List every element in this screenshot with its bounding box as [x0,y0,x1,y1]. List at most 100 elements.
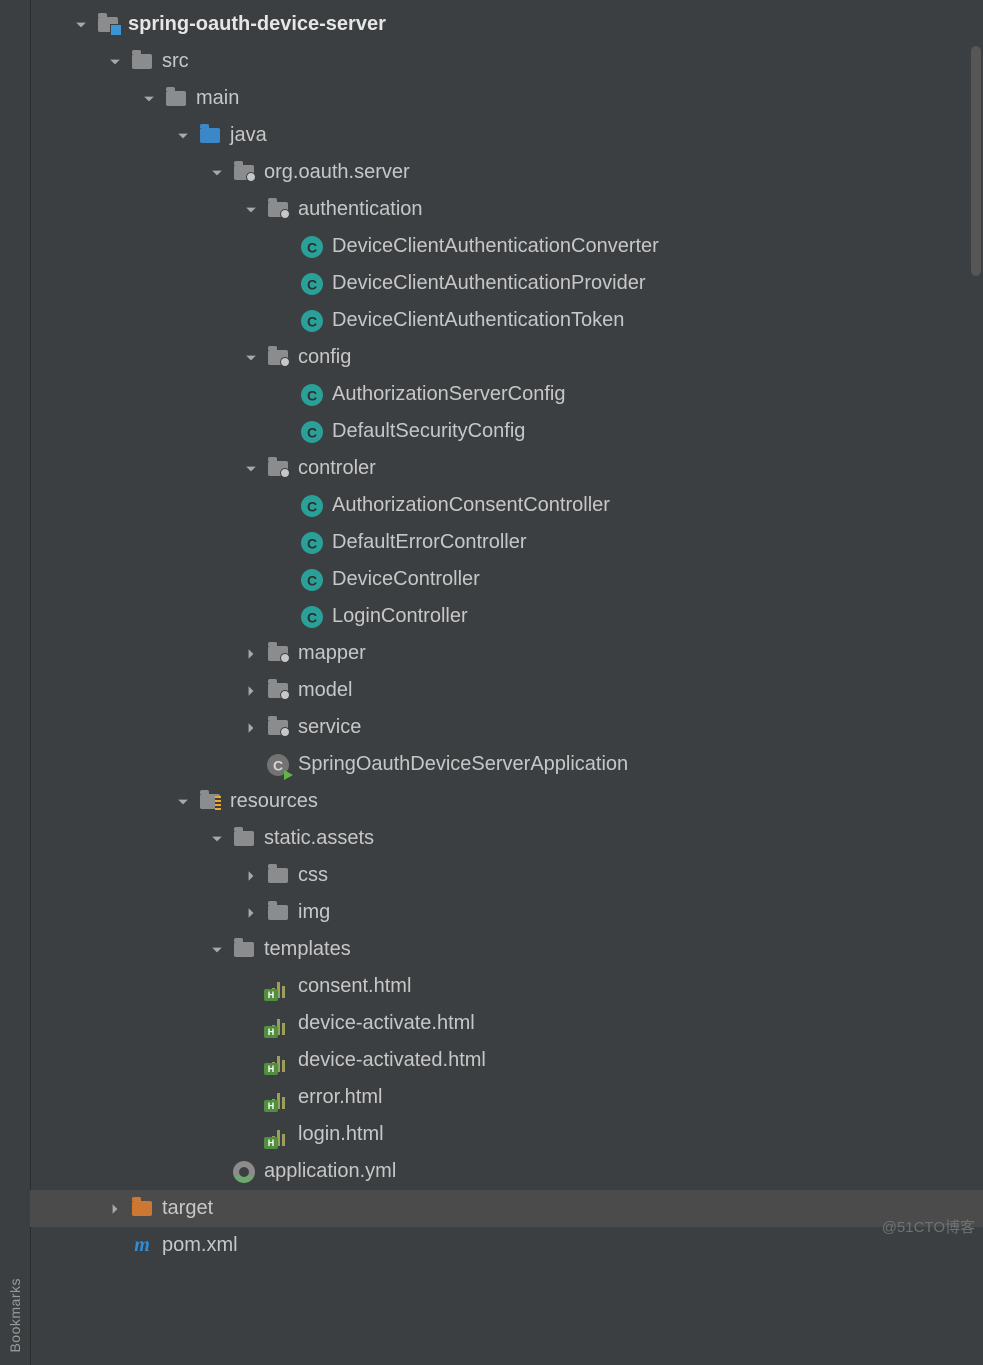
chevron-right-icon[interactable] [240,643,262,665]
tree-item-label: application.yml [264,1160,396,1183]
tree-row[interactable]: resources [30,783,983,820]
chevron-down-icon[interactable] [172,791,194,813]
tree-item-label: templates [264,938,351,961]
tree-row[interactable]: mpom.xml [30,1227,983,1264]
tree-row[interactable]: C DefaultErrorController [30,524,983,561]
folder-grey-icon [266,864,290,888]
sidebar-bookmarks-tab[interactable]: Bookmarks [7,1278,23,1353]
folder-brown-icon [130,1197,154,1221]
chevron-down-icon[interactable] [240,458,262,480]
package-icon [266,642,290,666]
tree-item-label: DefaultErrorController [332,531,527,554]
tree-item-label: DeviceClientAuthenticationProvider [332,272,646,295]
class-icon: C [300,309,324,333]
tree-row[interactable]: templates [30,931,983,968]
tree-row[interactable]: application.yml [30,1153,983,1190]
tree-row[interactable]: C DeviceClientAuthenticationConverter [30,228,983,265]
project-tree: spring-oauth-device-server srcmain java org… [30,0,983,1365]
chevron-down-icon[interactable] [240,199,262,221]
tree-item-label: device-activate.html [298,1012,475,1035]
class-icon: C [300,420,324,444]
chevron-down-icon[interactable] [206,939,228,961]
class-icon: C [300,494,324,518]
tree-row[interactable]: mapper [30,635,983,672]
scrollbar[interactable] [969,6,983,306]
tree-row[interactable]: CDeviceClientAuthenticationToken [30,302,983,339]
tree-row[interactable]: CAuthorizationConsentController [30,487,983,524]
tree-item-label: DeviceController [332,568,480,591]
tree-row[interactable]: controler [30,450,983,487]
tree-item-label: mapper [298,642,366,665]
package-icon [232,161,256,185]
tree-item-label: java [230,124,267,147]
folder-grey-icon [266,901,290,925]
tool-window-strip: Bookmarks [0,0,31,1365]
package-icon [266,716,290,740]
tree-item-label: login.html [298,1123,384,1146]
tree-row[interactable]: Hdevice-activated.html [30,1042,983,1079]
tree-row[interactable]: src [30,43,983,80]
html-icon: H [266,1049,290,1073]
tree-item-label: main [196,87,239,110]
tree-item-label: pom.xml [162,1234,238,1257]
class-icon: C [300,235,324,259]
tree-row[interactable]: authentication [30,191,983,228]
tree-row[interactable]: C DeviceClientAuthenticationProvider [30,265,983,302]
chevron-right-icon[interactable] [240,680,262,702]
tree-row[interactable]: CDefaultSecurityConfig [30,413,983,450]
chevron-down-icon[interactable] [206,828,228,850]
package-icon [266,346,290,370]
chevron-right-icon[interactable] [240,902,262,924]
scrollbar-thumb[interactable] [971,46,981,276]
tree-item-label: consent.html [298,975,411,998]
tree-row[interactable]: css [30,857,983,894]
chevron-right-icon[interactable] [104,1198,126,1220]
tree-row[interactable]: C DeviceController [30,561,983,598]
tree-row[interactable]: img [30,894,983,931]
tree-row[interactable]: Herror.html [30,1079,983,1116]
module-icon [96,13,120,37]
tree-item-label: service [298,716,361,739]
chevron-right-icon[interactable] [240,717,262,739]
class-icon: C [300,272,324,296]
tree-row[interactable]: config [30,339,983,376]
folder-grey-icon [130,50,154,74]
tree-item-label: css [298,864,328,887]
tree-row[interactable]: CSpringOauthDeviceServerApplication [30,746,983,783]
tree-item-label: AuthorizationServerConfig [332,383,565,406]
watermark-text: @51CTO博客 [882,1216,975,1237]
tree-row[interactable]: java [30,117,983,154]
tree-item-label: config [298,346,351,369]
chevron-down-icon[interactable] [240,347,262,369]
tree-item-label: src [162,50,189,73]
tree-item-label: authentication [298,198,423,221]
tree-row[interactable]: Hdevice-activate.html [30,1005,983,1042]
tree-row[interactable]: model [30,672,983,709]
tree-item-label: resources [230,790,318,813]
tree-row[interactable]: target [30,1190,983,1227]
resources-icon [198,790,222,814]
chevron-down-icon[interactable] [172,125,194,147]
chevron-right-icon[interactable] [240,865,262,887]
html-icon: H [266,1123,290,1147]
chevron-down-icon[interactable] [70,14,92,36]
tree-row[interactable]: CLoginController [30,598,983,635]
class-run-icon: C [266,753,290,777]
chevron-down-icon[interactable] [104,51,126,73]
tree-row[interactable]: org.oauth.server [30,154,983,191]
tree-row[interactable]: Hconsent.html [30,968,983,1005]
chevron-down-icon[interactable] [206,162,228,184]
tree-row[interactable]: static.assets [30,820,983,857]
class-icon: C [300,568,324,592]
tree-row[interactable]: spring-oauth-device-server [30,6,983,43]
yml-icon [232,1160,256,1184]
class-icon: C [300,531,324,555]
tree-item-label: DeviceClientAuthenticationConverter [332,235,659,258]
tree-row[interactable]: CAuthorizationServerConfig [30,376,983,413]
folder-blue-icon [198,124,222,148]
folder-grey-icon [164,87,188,111]
tree-row[interactable]: service [30,709,983,746]
tree-row[interactable]: Hlogin.html [30,1116,983,1153]
chevron-down-icon[interactable] [138,88,160,110]
tree-row[interactable]: main [30,80,983,117]
